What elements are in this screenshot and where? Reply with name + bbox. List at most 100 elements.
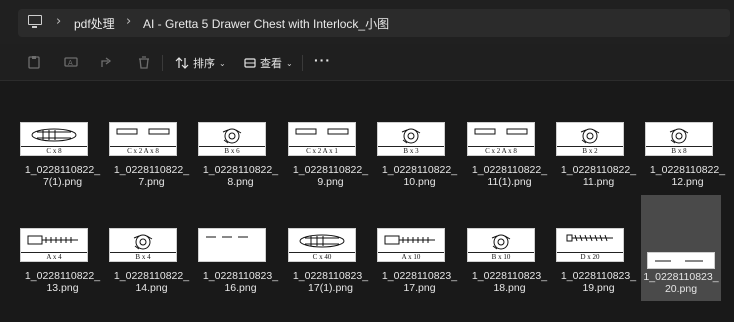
thumbnail-caption: B x 6 — [199, 146, 265, 155]
file-item[interactable]: A x 10 1_0228110823_ 17.png — [375, 228, 464, 300]
file-name-line2: 19.png — [582, 282, 615, 294]
file-item[interactable]: C x 2 A x 8 1_0228110822_ 7.png — [107, 122, 196, 194]
file-name-line1: 1_0228110822_ — [471, 164, 548, 176]
sort-button[interactable]: 排序 ⌄ — [175, 53, 226, 73]
cam-lock-icon — [401, 128, 421, 144]
toolbar-divider — [162, 55, 163, 71]
thumbnail-caption: A x 10 — [378, 252, 444, 261]
view-button[interactable]: 查看 ⌄ — [244, 53, 293, 73]
hardware-strip-icon — [295, 128, 349, 135]
file-name-line1: 1_0228110823_ — [292, 270, 369, 282]
computer-icon[interactable] — [28, 15, 42, 28]
share-icon[interactable] — [100, 55, 114, 69]
thumbnail-caption: A x 4 — [21, 252, 87, 261]
file-name-line1: 1_0228110823_ — [471, 270, 548, 282]
file-name-line1: 1_0228110822_ — [113, 164, 190, 176]
cam-lock-icon — [580, 128, 600, 144]
file-thumbnail: B x 8 — [645, 122, 713, 156]
address-bar: › pdf处理 › AI - Gretta 5 Drawer Chest wit… — [0, 0, 734, 44]
file-name-line1: 1_0228110823_ — [560, 270, 637, 282]
small-parts-icon — [206, 236, 248, 238]
cam-lock-icon — [222, 128, 242, 144]
file-item[interactable]: B x 10 1_0228110823_ 18.png — [465, 228, 554, 300]
file-item[interactable]: B x 2 1_0228110822_ 11.png — [554, 122, 643, 194]
delete-icon[interactable] — [137, 55, 151, 69]
file-thumbnail: A x 10 — [377, 228, 445, 262]
thumbnail-caption: D x 20 — [557, 252, 623, 261]
file-name-line2: 16.png — [224, 282, 257, 294]
file-item[interactable]: C x 8 1_0228110822_ 7(1).png — [18, 122, 107, 194]
file-thumbnail: C x 40 — [288, 228, 356, 262]
file-grid: C x 8 1_0228110822_ 7(1).png C x 2 A x 8 1_0… — [0, 82, 734, 322]
file-name-line1: 1_0228110823_ — [381, 270, 458, 282]
file-name-line2: 17(1).png — [308, 282, 353, 294]
file-name-line1: 1_0228110822_ — [381, 164, 458, 176]
thumbnail-caption: B x 2 — [557, 146, 623, 155]
thumbnail-caption: B x 4 — [110, 252, 176, 261]
file-name-line2: 9.png — [317, 176, 344, 188]
file-item[interactable]: C x 40 1_0228110823_ 17(1).png — [286, 228, 375, 300]
thumbnail-caption: B x 3 — [378, 146, 444, 155]
breadcrumb-item-folder[interactable]: AI - Gretta 5 Drawer Chest with Interloc… — [143, 15, 389, 32]
file-item[interactable]: 1_0228110823_ 16.png — [196, 228, 285, 300]
file-thumbnail: C x 8 — [20, 122, 88, 156]
file-item[interactable]: D x 20 1_0228110823_ 19.png — [554, 228, 643, 300]
file-name-line1: 1_0228110822_ — [292, 164, 369, 176]
file-name-line1: 1_0228110822_ — [113, 270, 190, 282]
file-name-line1: 1_0228110823_ — [202, 270, 279, 282]
file-item[interactable]: 1_0228110823_ 20.png — [641, 195, 721, 301]
small-parts-icon — [655, 260, 703, 262]
cam-lock-icon — [491, 234, 511, 250]
file-item[interactable]: C x 2 A x 8 1_0228110822_ 11(1).png — [465, 122, 554, 194]
file-item[interactable]: B x 3 1_0228110822_ 10.png — [375, 122, 464, 194]
file-name-line1: 1_0228110823_ — [643, 271, 719, 283]
paste-icon[interactable] — [27, 55, 41, 69]
file-item[interactable]: A x 4 1_0228110822_ 13.png — [18, 228, 107, 300]
file-thumbnail: C x 2 A x 8 — [467, 122, 535, 156]
cam-lock-icon — [133, 234, 153, 250]
more-options-button[interactable]: ··· — [314, 52, 331, 68]
file-thumbnail — [198, 228, 266, 262]
screw-icon — [566, 234, 613, 242]
file-item[interactable]: B x 8 1_0228110822_ 12.png — [643, 122, 732, 194]
cam-bolt-icon — [384, 235, 435, 245]
breadcrumb-item-pdf[interactable]: pdf处理 — [74, 15, 115, 32]
file-thumbnail: B x 6 — [198, 122, 266, 156]
file-item[interactable]: C x 2 A x 1 1_0228110822_ 9.png — [286, 122, 375, 194]
file-name-line2: 8.png — [227, 176, 254, 188]
file-thumbnail: C x 2 A x 1 — [288, 122, 356, 156]
thumbnail-caption: C x 8 — [21, 146, 87, 155]
hardware-strip-icon — [474, 128, 528, 135]
file-name-line2: 11(1).png — [487, 176, 532, 188]
file-item[interactable]: B x 4 1_0228110822_ 14.png — [107, 228, 196, 300]
file-name-line2: 17.png — [403, 282, 436, 294]
chevron-right-icon[interactable]: › — [126, 14, 131, 29]
svg-text:A: A — [68, 60, 73, 67]
chevron-down-icon: ⌄ — [286, 58, 293, 68]
file-name-line1: 1_0228110822_ — [24, 270, 101, 282]
file-name-line1: 1_0228110822_ — [24, 164, 101, 176]
dowel-icon — [299, 234, 345, 248]
file-thumbnail: B x 3 — [377, 122, 445, 156]
command-bar: A 排序 ⌄ 查看 ⌄ — [0, 44, 734, 81]
file-thumbnail: B x 10 — [467, 228, 535, 262]
file-name-line2: 13.png — [46, 282, 79, 294]
sort-icon — [175, 57, 189, 69]
view-icon — [244, 58, 256, 68]
hardware-strip-icon — [116, 128, 170, 135]
thumbnail-caption: C x 40 — [289, 252, 355, 261]
file-thumbnail — [647, 252, 715, 269]
file-name-line2: 20.png — [664, 283, 698, 295]
dowel-icon — [31, 128, 77, 142]
thumbnail-caption: B x 8 — [646, 146, 712, 155]
rename-icon[interactable]: A — [64, 55, 78, 69]
file-thumbnail: D x 20 — [556, 228, 624, 262]
file-name-line1: 1_0228110822_ — [202, 164, 279, 176]
chevron-right-icon[interactable]: › — [56, 14, 61, 29]
file-name-line2: 18.png — [493, 282, 526, 294]
file-name-line1: 1_0228110822_ — [649, 164, 726, 176]
thumbnail-caption: C x 2 A x 8 — [110, 146, 176, 155]
chevron-down-icon: ⌄ — [219, 58, 226, 68]
file-name-line2: 7(1).png — [42, 176, 83, 188]
file-item[interactable]: B x 6 1_0228110822_ 8.png — [196, 122, 285, 194]
